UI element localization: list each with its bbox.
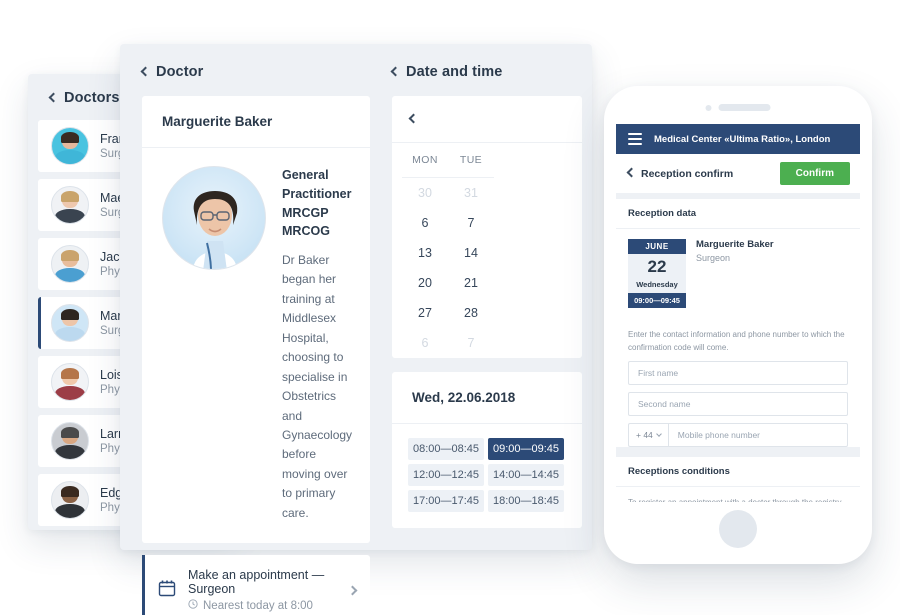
timeslot-grid: 08:00—08:45 09:00—09:45 12:00—12:45 14:00—1… (392, 424, 582, 528)
make-appointment-row[interactable]: Make an appointment — Surgeon Nearest to… (142, 555, 370, 615)
calendar-day[interactable]: 6 (402, 208, 448, 238)
avatar (51, 186, 89, 224)
doctor-bio: Dr Baker began her training at Middlesex… (282, 253, 353, 520)
country-code-select[interactable]: + 44 (628, 422, 668, 447)
chevron-down-icon (655, 430, 662, 437)
doctor-panel-header[interactable]: Doctor (120, 64, 370, 80)
badge-day: 22 (628, 254, 686, 280)
chevron-left-icon[interactable] (408, 113, 419, 124)
calendar-day[interactable]: 31 (448, 178, 494, 208)
calendar-day[interactable]: 27 (402, 298, 448, 328)
timeslot[interactable]: 08:00—08:45 (408, 438, 484, 460)
calendar-day[interactable]: 21 (448, 268, 494, 298)
chevron-right-icon[interactable] (347, 585, 358, 596)
calendar-weekday: MON (402, 143, 448, 178)
phone-speaker (705, 104, 771, 111)
avatar (51, 422, 89, 460)
timeslot[interactable]: 14:00—14:45 (488, 464, 564, 486)
hamburger-menu-icon[interactable] (628, 133, 642, 145)
conditions-title: Receptions conditions (616, 457, 860, 487)
timeslot[interactable]: 12:00—12:45 (408, 464, 484, 486)
calendar-prev-month[interactable] (392, 96, 582, 143)
appointment-title: Make an appointment — Surgeon (188, 568, 325, 597)
calendar-weekday: TUE (448, 143, 494, 178)
doctors-panel-title: Doctors (64, 90, 120, 106)
date-column: Date and time MON TUE 30 31 6 7 13 14 20 21 27 28 6… (370, 44, 592, 550)
doctor-role: General Practitioner MRCGP MRCOG (282, 168, 352, 239)
calendar-day[interactable]: 14 (448, 238, 494, 268)
phone-screen: Medical Center «Ultima Ratio», London Re… (616, 124, 860, 502)
avatar (51, 363, 89, 401)
reserved-doctor-spec: Surgeon (696, 253, 731, 263)
calendar-day[interactable]: 30 (402, 178, 448, 208)
mobile-phone-input[interactable]: Mobile phone number (667, 422, 848, 447)
chevron-left-icon[interactable] (48, 92, 59, 102)
phone-back-button[interactable]: Reception confirm (626, 167, 734, 180)
badge-weekday: Wednesday (628, 280, 686, 293)
chevron-left-icon[interactable] (140, 66, 151, 76)
speaker-grill (718, 104, 771, 111)
chevron-left-icon[interactable] (626, 167, 637, 178)
detail-panel: Doctor Marguerite Baker General Practiti… (120, 44, 592, 615)
confirm-button[interactable]: Confirm (779, 162, 850, 185)
doctor-photo (162, 166, 266, 270)
phone-subbar: Reception confirm Confirm (616, 154, 860, 193)
date-panel-title: Date and time (406, 64, 503, 80)
calendar-weekday-row: MON TUE (392, 143, 582, 178)
timeslot[interactable]: 09:00—09:45 (488, 438, 564, 460)
calendar-icon (158, 579, 176, 602)
phone-screen-title: Reception confirm (641, 167, 734, 180)
timeslot-card: Wed, 22.06.2018 08:00—08:45 09:00—09:45 12… (392, 372, 582, 528)
clinic-name: Medical Center «Ultima Ratio», London (654, 133, 831, 145)
timeslot[interactable]: 17:00—17:45 (408, 490, 484, 512)
calendar-card: MON TUE 30 31 6 7 13 14 20 21 27 28 6 7 (392, 96, 582, 358)
appointment-subtitle: Nearest today at 8:00 (203, 599, 313, 612)
reserved-doctor-name: Marguerite Baker (696, 239, 774, 250)
doctor-name: Marguerite Baker (142, 96, 370, 148)
date-panel-header[interactable]: Date and time (370, 64, 592, 80)
chevron-left-icon[interactable] (390, 66, 401, 76)
calendar-day[interactable]: 7 (448, 208, 494, 238)
badge-month: JUNE (628, 239, 686, 254)
app-mockup: Doctors Frank Surg Mae Surg Jacks Phys Marg Sur… (0, 0, 900, 615)
avatar (51, 127, 89, 165)
doctor-card: Marguerite Baker General Practitioner MR… (142, 96, 370, 544)
country-code-value: + 44 (636, 429, 653, 440)
phone-mockup: Medical Center «Ultima Ratio», London Re… (604, 86, 872, 564)
doctor-panel-title: Doctor (156, 64, 204, 80)
doctor-column: Doctor Marguerite Baker General Practiti… (120, 44, 370, 615)
camera-icon (705, 104, 712, 111)
timeslot[interactable]: 18:00—18:45 (488, 490, 564, 512)
conditions-section: Receptions conditions To register an app… (616, 456, 860, 502)
first-name-input[interactable]: First name (628, 360, 848, 385)
calendar-day[interactable]: 7 (448, 328, 494, 358)
avatar (51, 304, 89, 342)
home-button[interactable] (719, 510, 757, 548)
clock-icon (188, 599, 198, 612)
calendar-day[interactable]: 6 (402, 328, 448, 358)
selected-date: Wed, 22.06.2018 (392, 372, 582, 424)
reception-data-section: Reception data JUNE 22 Wednesday 09:00—0… (616, 199, 860, 447)
calendar-days-grid: 30 31 6 7 13 14 20 21 27 28 6 7 (392, 178, 582, 358)
avatar (51, 245, 89, 283)
conditions-text: To register an appointment with a doctor… (616, 487, 860, 502)
contact-note: Enter the contact information and phone … (628, 330, 845, 352)
reception-data-title: Reception data (616, 199, 860, 229)
avatar (51, 481, 89, 519)
appointment-date-badge: JUNE 22 Wednesday 09:00—09:45 (628, 239, 686, 308)
second-name-input[interactable]: Second name (628, 391, 848, 416)
calendar-day[interactable]: 20 (402, 268, 448, 298)
calendar-day[interactable]: 28 (448, 298, 494, 328)
calendar-day[interactable]: 13 (402, 238, 448, 268)
phone-topbar: Medical Center «Ultima Ratio», London (616, 124, 860, 154)
badge-time: 09:00—09:45 (628, 293, 686, 308)
